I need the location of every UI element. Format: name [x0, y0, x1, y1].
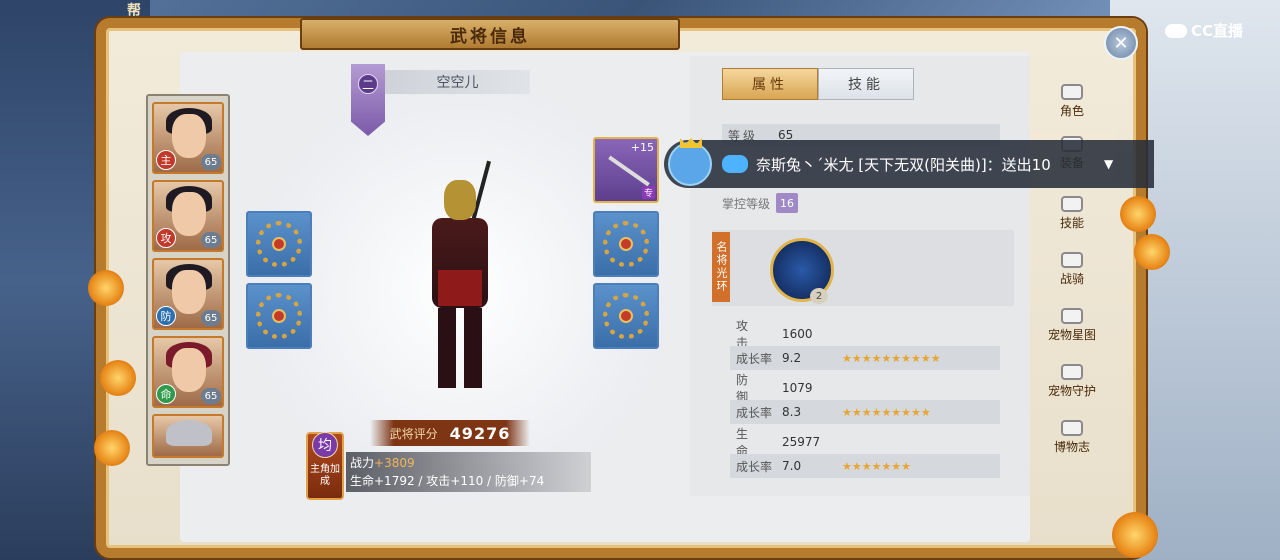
aura-section [712, 230, 1014, 306]
equip-slot-right-3[interactable] [593, 283, 659, 349]
hero-level: 65 [201, 232, 221, 248]
watermark: CC直播 [1165, 20, 1243, 41]
bonus-grade: 均 [312, 432, 338, 458]
defense-growth-row: 成长率 8.3 ★★★★★★★★★ [730, 400, 1000, 424]
role-tag: 防 [156, 306, 176, 326]
hero-portrait-defense[interactable]: 防 65 [152, 258, 224, 330]
aura-label: 名将光环 [712, 232, 730, 302]
rank-badge: 二 [351, 64, 385, 136]
score-value: 49276 [449, 423, 511, 443]
flower-decoration [1120, 196, 1156, 232]
live-chat-banner[interactable]: 奈斯兔丶´米尢 [天下无双(阳关曲)]：送出10 ▼ [664, 138, 1154, 188]
tab-bar: 属性 技能 [722, 68, 914, 100]
crossed-swords-icon [1061, 308, 1083, 324]
star-rating: ★★★★★★★★★ [842, 405, 931, 419]
nav-pet-guard[interactable]: 宠物守护 [1030, 360, 1114, 408]
window-title: 武将信息 [300, 18, 680, 50]
hero-level: 65 [201, 310, 221, 326]
power-value: +3809 [374, 456, 415, 470]
hero-level: 65 [201, 388, 221, 404]
hero-portrait-life[interactable]: 命 65 [152, 336, 224, 408]
chat-message: 奈斯兔丶´米尢 [天下无双(阳关曲)]：送出10 [756, 155, 1051, 174]
equip-slot-weapon[interactable]: +15 专 [593, 137, 659, 203]
star-rating: ★★★★★★★ [842, 459, 912, 473]
hero-portrait-attack[interactable]: 攻 65 [152, 180, 224, 252]
crossed-swords-icon [1061, 364, 1083, 380]
close-icon: ✕ [1113, 32, 1129, 54]
crossed-swords-icon [1061, 252, 1083, 268]
flower-decoration [94, 430, 130, 466]
equip-slot-left-2[interactable] [246, 283, 312, 349]
mastery-row: 掌控等级 16 [722, 193, 799, 213]
close-button[interactable]: ✕ [1104, 26, 1138, 60]
bonus-stats: 战力+3809 生命+1792 / 攻击+110 / 防御+74 [346, 452, 591, 492]
flower-decoration [1134, 234, 1170, 270]
cc-logo-icon [1165, 23, 1187, 38]
nav-skills[interactable]: 技能 [1030, 192, 1114, 240]
hero-portrait-more[interactable] [152, 414, 224, 458]
dropdown-arrow-icon[interactable]: ▼ [1104, 157, 1113, 171]
hero-level: 65 [201, 154, 221, 170]
crossed-swords-icon [1061, 84, 1083, 100]
tab-attributes[interactable]: 属性 [722, 68, 818, 100]
character-model[interactable] [410, 160, 510, 400]
mastery-value: 16 [776, 193, 799, 213]
gamepad-icon [722, 155, 748, 173]
aura-level: 2 [810, 288, 828, 304]
defense-row: 防御 1079 [730, 373, 1000, 404]
weapon-exclusive-tag: 专 [641, 186, 655, 199]
bonus-badge-label: 主角加成 [310, 464, 340, 487]
defense-value: 1079 [782, 381, 813, 395]
protagonist-bonus-badge[interactable]: 均 主角加成 [306, 432, 344, 500]
attack-growth-row: 成长率 9.2 ★★★★★★★★★★ [730, 346, 1000, 370]
life-growth-row: 成长率 7.0 ★★★★★★★ [730, 454, 1000, 478]
life-row: 生命 25977 [730, 427, 1000, 458]
nav-role[interactable]: 角色 [1030, 80, 1114, 128]
general-score: 武将评分 49276 [370, 420, 530, 446]
side-nav: 角色 装备 技能 战骑 宠物星图 宠物守护 博物志 [1030, 70, 1114, 470]
hero-portrait-main[interactable]: 主 65 [152, 102, 224, 174]
flower-decoration [100, 360, 136, 396]
role-tag: 命 [156, 384, 176, 404]
crossed-swords-icon [1061, 420, 1083, 436]
nav-pet-constellation[interactable]: 宠物星图 [1030, 304, 1114, 352]
mastery-label: 掌控等级 [722, 196, 771, 211]
rank-number: 二 [358, 74, 378, 94]
star-rating: ★★★★★★★★★★ [842, 351, 941, 365]
sword-icon [608, 155, 650, 187]
crossed-swords-icon [1061, 196, 1083, 212]
attack-value: 1600 [782, 327, 813, 341]
weapon-enhance: +15 [630, 141, 654, 154]
growth-label: 成长率 [736, 405, 773, 420]
nav-mount[interactable]: 战骑 [1030, 248, 1114, 296]
growth-value: 8.3 [782, 405, 802, 419]
growth-label: 成长率 [736, 351, 773, 366]
growth-value: 9.2 [782, 351, 802, 365]
flower-decoration [88, 270, 124, 306]
equip-slot-left-1[interactable] [246, 211, 312, 277]
flower-decoration [1112, 512, 1158, 558]
role-tag: 主 [156, 150, 176, 170]
attack-row: 攻击 1600 [730, 319, 1000, 350]
crown-icon [680, 138, 702, 148]
chat-avatar [668, 138, 712, 186]
tab-skills[interactable]: 技能 [818, 68, 914, 100]
score-label: 武将评分 [389, 426, 438, 441]
life-value: 25977 [782, 435, 821, 449]
role-tag: 攻 [156, 228, 176, 248]
guild-label: 帮 [127, 3, 141, 19]
growth-label: 成长率 [736, 459, 773, 474]
growth-value: 7.0 [782, 459, 802, 473]
bonus-stats-line: 生命+1792 / 攻击+110 / 防御+74 [350, 474, 545, 488]
general-name: 空空儿 [385, 70, 530, 94]
hero-list[interactable]: 主 65 攻 65 防 65 命 65 [146, 94, 230, 466]
nav-museum[interactable]: 博物志 [1030, 416, 1114, 464]
equip-slot-right-2[interactable] [593, 211, 659, 277]
power-label: 战力 [350, 456, 375, 470]
